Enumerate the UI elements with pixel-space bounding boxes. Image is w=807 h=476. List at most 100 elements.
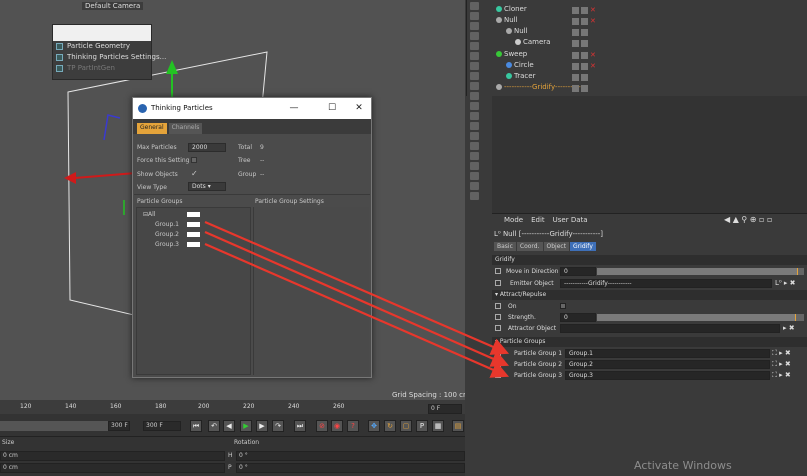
object-null-child[interactable]: Null bbox=[506, 26, 528, 37]
timeline[interactable]: 120 140 160 180 200 220 240 260 0 F 300 … bbox=[0, 400, 465, 476]
go-to-end-button[interactable]: ⏭ bbox=[294, 420, 306, 432]
on-checkbox[interactable] bbox=[560, 303, 566, 309]
keyframe-icon[interactable] bbox=[495, 268, 501, 274]
object-circle[interactable]: Circle bbox=[506, 60, 534, 71]
menu-edit[interactable]: Edit bbox=[531, 216, 545, 224]
particle-group-2-field[interactable]: Group.2 bbox=[565, 360, 770, 369]
keyframe-icon[interactable] bbox=[495, 280, 501, 286]
object-flags[interactable]: ✕ bbox=[572, 51, 596, 59]
tool-icon[interactable] bbox=[470, 2, 479, 10]
tab-channels[interactable]: Channels bbox=[168, 123, 203, 134]
force-setting-checkbox[interactable] bbox=[191, 157, 197, 163]
object-flags[interactable]: ✕ bbox=[572, 62, 596, 70]
scale-key-button[interactable]: ▢ bbox=[400, 420, 412, 432]
current-frame-field[interactable]: 0 F bbox=[428, 404, 462, 414]
show-objects-checkmark-icon[interactable]: ✓ bbox=[191, 169, 198, 178]
record-button[interactable]: ⊘ bbox=[316, 420, 328, 432]
param-key-button[interactable]: P bbox=[416, 420, 428, 432]
keyframe-icon[interactable] bbox=[495, 350, 501, 356]
menu-item-tp-partintgen[interactable]: TP PartIntGen bbox=[53, 63, 151, 74]
menu-item-tp-settings[interactable]: Thinking Particles Settings... bbox=[53, 52, 166, 63]
particle-group-3-field[interactable]: Group.3 bbox=[565, 371, 770, 380]
tool-icon[interactable] bbox=[470, 182, 479, 190]
size-y-field[interactable]: 0 cm bbox=[0, 463, 225, 473]
window-titlebar[interactable]: Thinking Particles — ☐ ✕ bbox=[133, 98, 371, 119]
size-x-field[interactable]: 0 cm bbox=[0, 451, 225, 461]
link-tools-icon[interactable]: ⛶ ▸ ✖ bbox=[772, 348, 791, 359]
tool-icon[interactable] bbox=[470, 42, 479, 50]
object-flags[interactable]: ✕ bbox=[572, 6, 596, 14]
keyframe-icon[interactable] bbox=[495, 303, 501, 309]
tool-icon[interactable] bbox=[470, 62, 479, 70]
tool-icon[interactable] bbox=[470, 12, 479, 20]
tool-icon[interactable] bbox=[470, 102, 479, 110]
tool-icon[interactable] bbox=[470, 32, 479, 40]
section-attract-repulse[interactable]: ▾ Attract/Repulse bbox=[492, 290, 807, 300]
object-flags[interactable]: ✕ bbox=[572, 17, 596, 25]
menu-user-data[interactable]: User Data bbox=[553, 216, 588, 224]
particle-groups-tree[interactable]: ⊟All Group.1 Group.2 Group.3 bbox=[136, 207, 251, 375]
link-tools-icon[interactable]: ⛶ ▸ ✖ bbox=[772, 359, 791, 370]
tool-icon[interactable] bbox=[470, 132, 479, 140]
previous-frame-button[interactable]: ◀ bbox=[223, 420, 235, 432]
move-key-button[interactable]: ✥ bbox=[368, 420, 380, 432]
object-gridify[interactable]: -----------Gridify----------- bbox=[496, 82, 583, 93]
tab-coord[interactable]: Coord. bbox=[516, 242, 543, 251]
object-tracer[interactable]: Tracer bbox=[506, 71, 535, 82]
view-type-select[interactable]: Dots ▾ bbox=[188, 182, 226, 191]
tab-object[interactable]: Object bbox=[543, 242, 570, 251]
play-button[interactable]: ▶ bbox=[240, 420, 252, 432]
go-to-start-button[interactable]: ⏮ bbox=[190, 420, 202, 432]
film-icon[interactable]: ▤ bbox=[452, 420, 464, 432]
tree-item-all[interactable]: ⊟All bbox=[143, 211, 155, 218]
tool-icon[interactable] bbox=[470, 92, 479, 100]
preview-end-field[interactable]: 300 F bbox=[108, 421, 130, 431]
tool-icon[interactable] bbox=[470, 52, 479, 60]
tool-icon[interactable] bbox=[470, 172, 479, 180]
tree-item-group-3[interactable]: Group.3 bbox=[155, 241, 179, 248]
attributes-nav-icons[interactable]: ◀ ▲ ⚲ ⊕ ▫ ▫ bbox=[724, 215, 772, 224]
keyframe-icon[interactable] bbox=[495, 314, 501, 320]
rotation-h-field[interactable]: 0 ° bbox=[236, 451, 465, 461]
pla-key-button[interactable]: ▦ bbox=[432, 420, 444, 432]
object-cloner[interactable]: Cloner bbox=[496, 4, 527, 15]
tool-icon[interactable] bbox=[470, 82, 479, 90]
tool-icon[interactable] bbox=[470, 22, 479, 30]
object-flags[interactable] bbox=[572, 84, 590, 92]
tab-gridify[interactable]: Gridify bbox=[570, 242, 596, 251]
rotate-key-button[interactable]: ↻ bbox=[384, 420, 396, 432]
tool-icon[interactable] bbox=[470, 142, 479, 150]
keyframe-icon[interactable] bbox=[495, 325, 501, 331]
tool-icon[interactable] bbox=[470, 122, 479, 130]
emitter-object-field[interactable]: -----------Gridify----------- bbox=[560, 279, 772, 288]
keyframe-icon[interactable] bbox=[495, 361, 501, 367]
tool-icon[interactable] bbox=[470, 162, 479, 170]
strength-slider[interactable] bbox=[597, 314, 804, 321]
next-key-button[interactable]: ↷ bbox=[272, 420, 284, 432]
tree-item-group-1[interactable]: Group.1 bbox=[155, 221, 179, 228]
previous-key-button[interactable]: ↶ bbox=[208, 420, 220, 432]
tool-icon[interactable] bbox=[470, 112, 479, 120]
object-sweep[interactable]: Sweep bbox=[496, 49, 527, 60]
particle-group-1-field[interactable]: Group.1 bbox=[565, 349, 770, 358]
strength-input[interactable]: 0 bbox=[560, 313, 596, 322]
object-null[interactable]: Null bbox=[496, 15, 518, 26]
max-particles-input[interactable]: 2000 bbox=[188, 143, 226, 152]
object-flags[interactable] bbox=[572, 39, 590, 47]
link-tools-icon[interactable]: ⛶ ▸ ✖ bbox=[772, 370, 791, 381]
tool-icon[interactable] bbox=[470, 152, 479, 160]
maximize-button[interactable]: ☐ bbox=[321, 98, 343, 119]
menu-item-particle-geometry[interactable]: Particle Geometry bbox=[53, 41, 151, 52]
attractor-object-field[interactable] bbox=[560, 324, 780, 333]
autokey-button[interactable]: ◉ bbox=[331, 420, 343, 432]
tool-icon[interactable] bbox=[470, 192, 479, 200]
link-tools-icon[interactable]: L⁰ ▸ ✖ bbox=[775, 278, 796, 289]
tool-icon[interactable] bbox=[470, 72, 479, 80]
tab-general[interactable]: General bbox=[137, 123, 167, 134]
end-frame-field[interactable]: 300 F bbox=[143, 421, 181, 431]
section-particle-groups[interactable]: ▾ Particle Groups bbox=[492, 337, 807, 347]
move-in-direction-slider[interactable] bbox=[597, 268, 804, 275]
tree-item-group-2[interactable]: Group.2 bbox=[155, 231, 179, 238]
next-frame-button[interactable]: ▶ bbox=[256, 420, 268, 432]
close-button[interactable]: ✕ bbox=[348, 98, 370, 119]
